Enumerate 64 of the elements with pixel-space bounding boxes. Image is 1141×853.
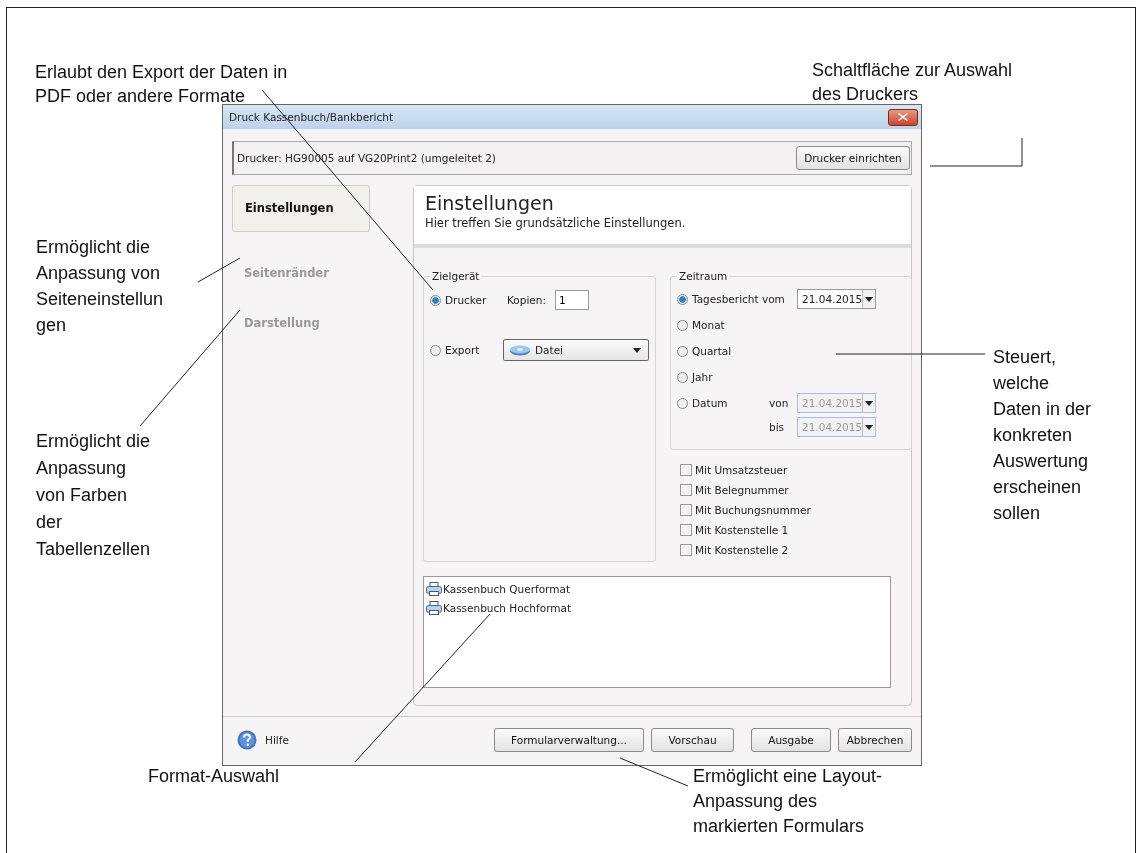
group-label: Zeitraum [678,270,729,282]
leader-line [619,757,689,787]
dialog-button[interactable]: Abbrechen [838,728,912,752]
checkbox[interactable] [680,504,692,516]
radio-button[interactable] [677,397,688,409]
annotation-text: Format-Auswahl [148,765,280,788]
panel-subtitle: Hier treffen Sie grundsätzliche Einstellungen. [425,216,687,230]
radio-button[interactable] [677,371,688,383]
panel-title: Einstellungen [425,192,555,214]
date-field[interactable]: 21.04.2015 [797,289,876,309]
printer-icon [426,581,442,596]
group-label: Zielgerät [431,270,481,282]
help-icon [237,730,257,750]
option-label: Tagesbericht vom [692,293,786,305]
disk-icon [509,344,531,356]
checkbox[interactable] [680,544,692,556]
window-title: Druck Kassenbuch/Bankbericht [229,111,393,123]
option-label: Monat [692,319,726,331]
checkbox-label: Mit Kostenstelle 1 [695,524,789,536]
checkbox-label: Mit Kostenstelle 2 [695,544,789,556]
format-item[interactable]: Kassenbuch Hochformat [426,598,888,617]
dialog-button[interactable]: Vorschau [651,728,734,752]
setup-printer-button[interactable]: Drucker einrichten [796,146,910,170]
format-item[interactable]: Kassenbuch Querformat [426,579,888,598]
printer-icon [426,600,442,615]
dialog-button[interactable]: Ausgabe [751,728,831,752]
caret-icon [865,424,874,430]
option-label: Jahr [692,371,714,383]
from-label: von [769,397,790,409]
radio-button[interactable] [677,293,688,305]
annotation-text: Ermöglicht die Anpassung von Seiteneinstellun gen [36,236,164,337]
copies-field[interactable]: 1 [555,290,589,310]
option-label: Datum [692,397,729,409]
checkbox-label: Mit Belegnummer [695,484,789,496]
export-dropdown[interactable]: Datei [503,339,649,361]
caret-icon [865,400,874,406]
nav-tab[interactable]: Einstellungen [232,185,370,232]
checkbox[interactable] [680,524,692,536]
checkbox-label: Mit Umsatzsteuer [695,464,788,476]
annotation-text: Ermöglicht die Anpassung von Farben der Tabellenzellen [36,430,151,561]
dialog-button[interactable]: Formularverwaltung... [494,728,644,752]
option-label: Drucker [445,294,488,306]
leader-line [197,257,241,283]
to-label: bis [769,421,786,433]
radio-button[interactable] [430,344,441,356]
option-label: Export [445,344,481,356]
copies-label: Kopien: [507,294,548,306]
close-button[interactable] [888,108,918,126]
annotation-text: Schaltfläche zur Auswahl des Druckers [812,59,1013,106]
checkbox[interactable] [680,464,692,476]
checkbox-label: Mit Buchungsnummer [695,504,811,516]
radio-button[interactable] [677,319,688,331]
help-link[interactable]: Hilfe [265,734,289,746]
printer-label: Drucker: HG90005 auf VG20Print2 (umgeleitet 2) [237,152,496,164]
caret-icon [865,296,874,302]
caret-icon [633,347,641,353]
radio-button[interactable] [430,294,441,306]
option-label: Quartal [692,345,733,357]
annotation-text: Steuert, welche Daten in der konkreten Auswertung erscheinen sollen [993,346,1092,525]
annotation-text: Erlaubt den Export der Daten in PDF oder andere Formate [35,61,288,108]
close-icon [898,113,908,121]
checkbox[interactable] [680,484,692,496]
radio-button[interactable] [677,345,688,357]
annotation-text: Ermöglicht eine Layout- Anpassung des markierten Formulars [693,765,883,838]
